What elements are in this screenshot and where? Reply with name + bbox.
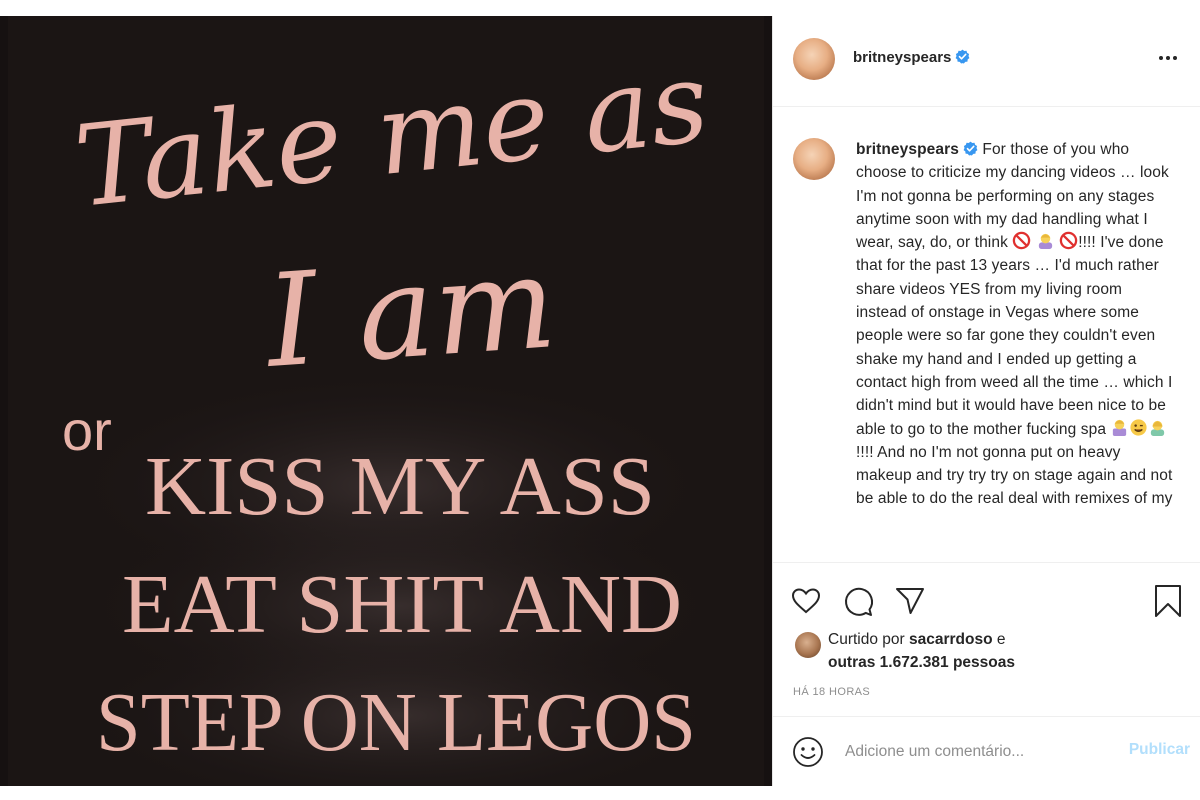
post-image-graphic: Take me as I am or KISS MY ASS EAT SHIT … xyxy=(0,16,772,786)
more-options-icon[interactable] xyxy=(1156,46,1180,70)
post-image[interactable]: Take me as I am or KISS MY ASS EAT SHIT … xyxy=(0,16,772,786)
image-line-or: or xyxy=(62,399,112,462)
comment-input[interactable] xyxy=(843,737,1097,767)
paper-plane-icon[interactable] xyxy=(893,584,927,618)
winking-face-emoji-icon xyxy=(1130,418,1148,436)
no-entry-emoji-icon xyxy=(1059,231,1078,250)
post-actions xyxy=(773,584,1200,624)
caption-username[interactable]: britneyspears xyxy=(856,141,959,158)
emoji-picker-icon[interactable] xyxy=(791,735,825,769)
author-username-row[interactable]: britneyspears xyxy=(853,49,970,66)
woman-shrugging-emoji-icon xyxy=(1038,234,1052,250)
comment-bar: Publicar xyxy=(773,716,1200,787)
image-line-step-on-legos: STEP ON LEGOS xyxy=(96,676,696,769)
verified-badge-icon xyxy=(955,49,970,64)
liker-username[interactable]: sacarrdoso xyxy=(909,631,993,648)
caption-part-3: !!!! And no I'm not gonna put on heavy m… xyxy=(856,443,1173,508)
woman-standing-emoji-icon xyxy=(1113,419,1127,436)
caption-text: britneyspears For those of you who choos… xyxy=(856,138,1176,511)
author-avatar[interactable] xyxy=(793,38,835,80)
liked-by-suffix: e xyxy=(996,631,1006,648)
bookmark-icon[interactable] xyxy=(1151,584,1185,618)
post-header: britneyspears xyxy=(773,16,1200,107)
caption-part-2: !!!! I've done that for the past 13 year… xyxy=(856,234,1173,438)
post-side-panel: britneyspears britneyspears For those of… xyxy=(773,16,1200,786)
liked-by-line: Curtido por sacarrdoso e xyxy=(828,631,1006,649)
verified-badge-icon xyxy=(963,141,978,156)
post-timestamp[interactable]: HÁ 18 HORAS xyxy=(793,686,870,698)
woman-emoji-icon xyxy=(1151,420,1165,436)
caption-author-avatar[interactable] xyxy=(793,138,835,180)
image-line-kiss-my-ass: KISS MY ASS xyxy=(145,440,655,533)
image-line-eat-shit-and: EAT SHIT AND xyxy=(122,558,682,651)
no-entry-emoji-icon xyxy=(1013,231,1031,250)
liker-avatar[interactable] xyxy=(795,632,821,658)
comment-icon[interactable] xyxy=(841,584,875,618)
likes-summary: Curtido por sacarrdoso e outras 1.672.38… xyxy=(795,628,1195,678)
image-line-i-am: I am xyxy=(260,228,561,397)
caption-section[interactable]: britneyspears For those of you who choos… xyxy=(773,107,1200,563)
heart-icon[interactable] xyxy=(789,584,823,618)
likes-count[interactable]: outras 1.672.381 pessoas xyxy=(828,654,1015,672)
publish-button[interactable]: Publicar xyxy=(1129,741,1190,759)
liked-by-prefix: Curtido por xyxy=(828,631,905,648)
author-username[interactable]: britneyspears xyxy=(853,49,951,66)
